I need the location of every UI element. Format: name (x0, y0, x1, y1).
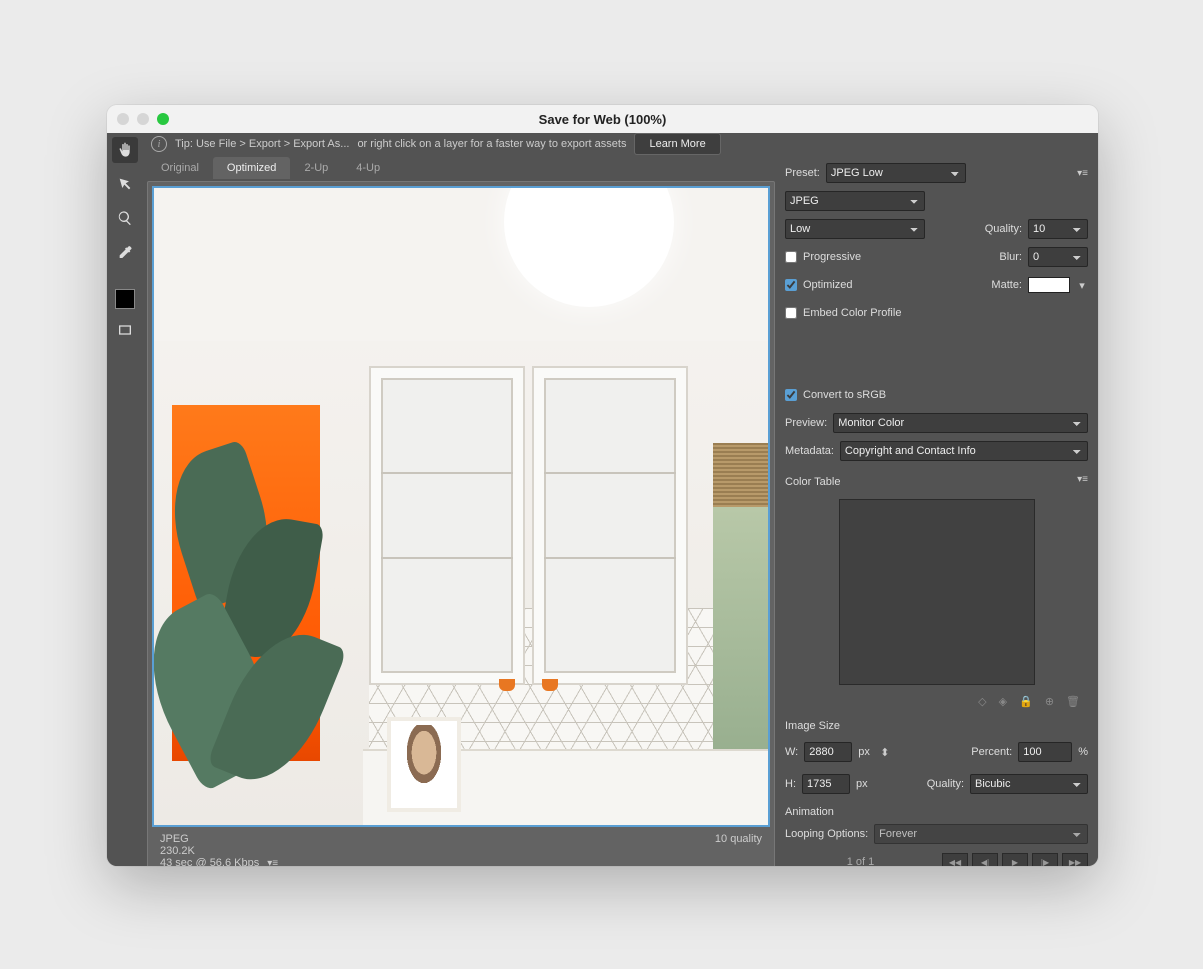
window-title: Save for Web (100%) (107, 112, 1098, 127)
embed-profile-label: Embed Color Profile (803, 307, 901, 319)
width-label: W: (785, 746, 798, 758)
matte-label: Matte: (991, 279, 1022, 291)
tab-4up[interactable]: 4-Up (342, 157, 394, 179)
metadata-label: Metadata: (785, 445, 834, 457)
format-select[interactable]: JPEG (785, 191, 925, 211)
eyedropper-tool[interactable] (112, 239, 138, 265)
download-speed-menu[interactable]: ▾≡ (267, 858, 278, 867)
progressive-checkbox[interactable] (785, 251, 797, 263)
preview-tabs: Original Optimized 2-Up 4-Up (147, 155, 775, 181)
last-frame-button[interactable]: ▶▶ (1062, 853, 1088, 866)
convert-srgb-label: Convert to sRGB (803, 389, 886, 401)
play-button[interactable]: ▶ (1002, 853, 1028, 866)
preview-column: Original Optimized 2-Up 4-Up (143, 155, 779, 866)
toggle-slices-visibility[interactable] (112, 317, 138, 343)
color-table-toolbar: ◇ ◈ 🔒 ⊕ 🗑 (785, 693, 1088, 710)
quality-label: Quality: (985, 223, 1022, 235)
quality-preset-select[interactable]: Low (785, 219, 925, 239)
prev-frame-button[interactable]: ◀| (972, 853, 998, 866)
color-table-label: Color Table (785, 476, 840, 488)
quality-select[interactable]: 10 (1028, 219, 1088, 239)
animation-label: Animation (785, 806, 1088, 818)
frame-counter: 1 of 1 (785, 856, 936, 866)
color-table-menu-icon[interactable]: ▾≡ (1077, 474, 1088, 485)
percent-input[interactable] (1018, 742, 1072, 762)
looping-label: Looping Options: (785, 828, 868, 840)
info-time: 43 sec @ 56.6 Kbps (160, 857, 259, 866)
info-quality: 10 quality (715, 833, 762, 845)
slice-select-tool[interactable] (112, 171, 138, 197)
progressive-label: Progressive (803, 251, 861, 263)
tip-text-2: or right click on a layer for a faster w… (357, 138, 626, 150)
animation-controls: ◀◀ ◀| ▶ |▶ ▶▶ (942, 853, 1088, 866)
blur-label: Blur: (999, 251, 1022, 263)
optimized-label: Optimized (803, 279, 853, 291)
canvas-wrap: JPEG 10 quality 230.2K 43 sec @ 56.6 Kbp… (147, 181, 775, 866)
preset-label: Preset: (785, 167, 820, 179)
preview-info: JPEG 10 quality 230.2K 43 sec @ 56.6 Kbp… (152, 827, 770, 866)
color-table-area (839, 499, 1035, 685)
tab-optimized[interactable]: Optimized (213, 157, 291, 179)
eyedropper-color-swatch[interactable] (115, 289, 135, 309)
metadata-select[interactable]: Copyright and Contact Info (840, 441, 1088, 461)
info-format: JPEG (160, 833, 189, 845)
preview-image (154, 188, 768, 825)
resample-quality-select[interactable]: Bicubic (970, 774, 1088, 794)
preview-label: Preview: (785, 417, 827, 429)
dialog-content: i Tip: Use File > Export > Export As... … (107, 133, 1098, 866)
constrain-proportions-icon[interactable]: ⬍ (876, 736, 894, 768)
optimized-checkbox[interactable] (785, 279, 797, 291)
ct-shift-websafe-icon[interactable]: ◈ (999, 695, 1007, 708)
ct-new-color-icon[interactable]: ⊕ (1045, 695, 1054, 708)
tip-bar: i Tip: Use File > Export > Export As... … (143, 133, 1098, 155)
body-row: Original Optimized 2-Up 4-Up (143, 155, 1098, 866)
convert-srgb-checkbox[interactable] (785, 389, 797, 401)
height-input[interactable] (802, 774, 850, 794)
titlebar: Save for Web (100%) (107, 105, 1098, 133)
settings-column: Preset: JPEG Low ▾≡ JPEG Low Quality: 10 (779, 155, 1098, 866)
height-label: H: (785, 778, 796, 790)
looping-select: Forever (874, 824, 1088, 844)
hand-tool[interactable] (112, 137, 138, 163)
info-size: 230.2K (160, 845, 762, 857)
ct-lock-color-icon[interactable]: 🔒 (1019, 695, 1033, 708)
embed-profile-checkbox[interactable] (785, 307, 797, 319)
preview-select[interactable]: Monitor Color (833, 413, 1088, 433)
tab-original[interactable]: Original (147, 157, 213, 179)
image-size-label: Image Size (785, 720, 1088, 732)
width-unit: px (858, 746, 870, 758)
tools-strip (107, 133, 143, 866)
blur-select[interactable]: 0 (1028, 247, 1088, 267)
percent-symbol: % (1078, 746, 1088, 758)
ct-map-transparency-icon[interactable]: ◇ (978, 695, 986, 708)
tab-2up[interactable]: 2-Up (290, 157, 342, 179)
zoom-tool[interactable] (112, 205, 138, 231)
learn-more-button[interactable]: Learn More (634, 133, 720, 155)
height-unit: px (856, 778, 868, 790)
ct-delete-color-icon[interactable]: 🗑 (1066, 695, 1080, 708)
resample-quality-label: Quality: (927, 778, 964, 790)
matte-color-swatch[interactable] (1028, 277, 1070, 293)
width-input[interactable] (804, 742, 852, 762)
next-frame-button[interactable]: |▶ (1032, 853, 1058, 866)
matte-dropdown-icon[interactable]: ▾ (1076, 279, 1088, 292)
tip-text-1: Tip: Use File > Export > Export As... (175, 138, 349, 150)
save-for-web-dialog: Save for Web (100%) i Tip: Use File > Ex… (107, 105, 1098, 866)
first-frame-button[interactable]: ◀◀ (942, 853, 968, 866)
percent-label: Percent: (971, 746, 1012, 758)
main-area: i Tip: Use File > Export > Export As... … (143, 133, 1098, 866)
preview-canvas[interactable] (152, 186, 770, 827)
preset-select[interactable]: JPEG Low (826, 163, 966, 183)
optimize-menu-icon[interactable]: ▾≡ (1077, 168, 1088, 179)
info-icon: i (151, 136, 167, 152)
